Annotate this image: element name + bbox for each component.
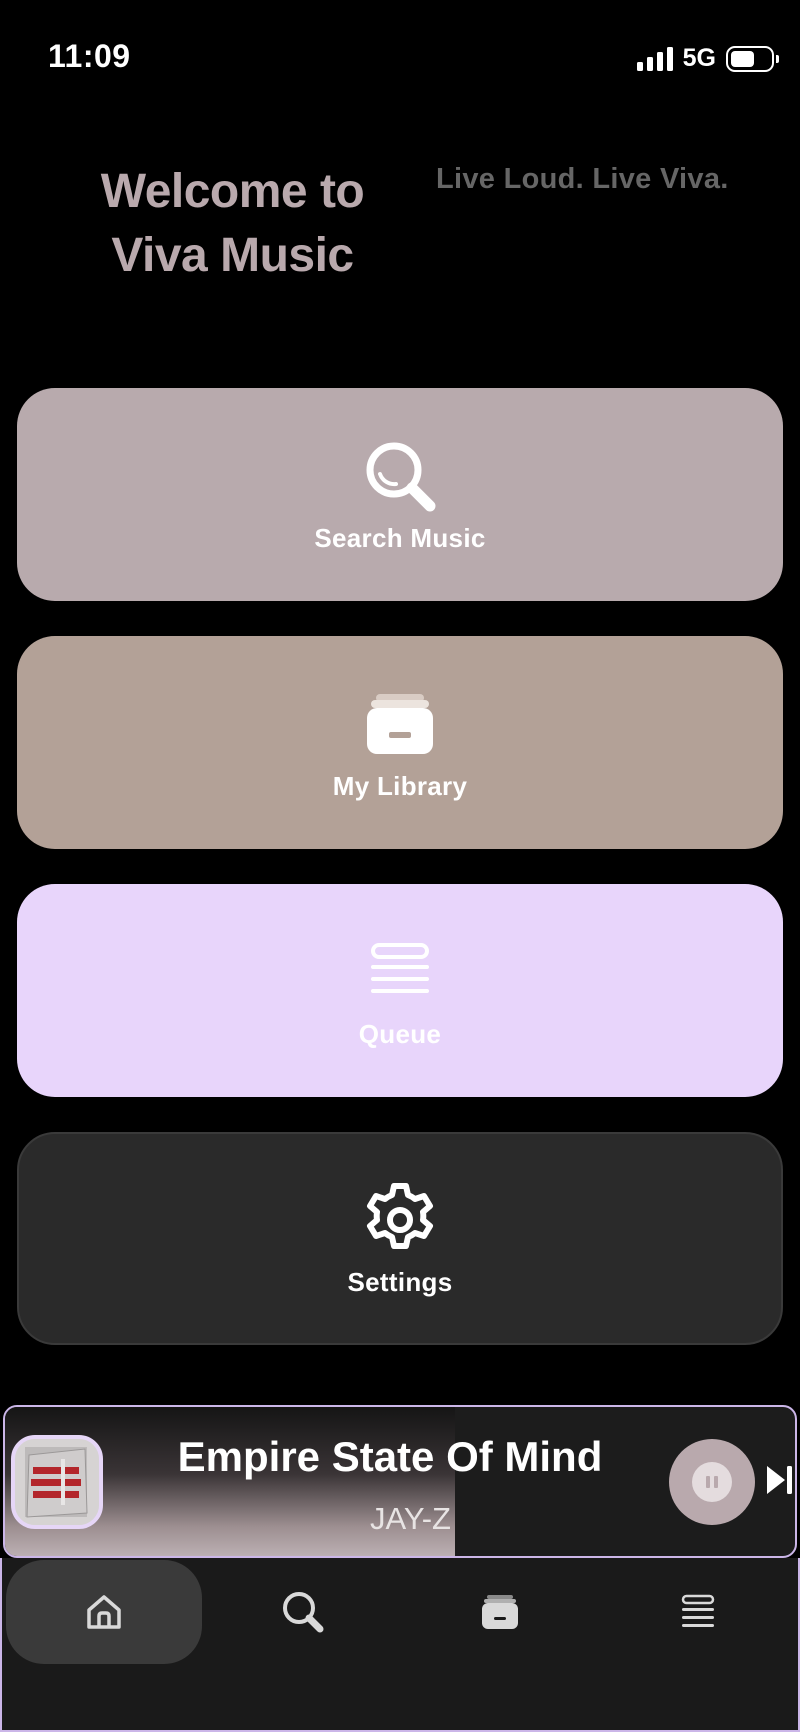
status-time: 11:09: [48, 38, 131, 74]
search-icon: [359, 435, 441, 517]
queue-label: Queue: [358, 1019, 442, 1049]
welcome-line-1: Welcome to: [100, 165, 365, 218]
track-title: Empire State Of Mind: [177, 1433, 603, 1480]
skip-forward-button[interactable]: [765, 1463, 795, 1497]
welcome-line-2: Viva Music: [111, 229, 354, 282]
my-library-button[interactable]: My Library: [17, 636, 783, 849]
search-icon: [283, 1592, 324, 1633]
queue-icon: [681, 1594, 715, 1627]
queue-button[interactable]: Queue: [17, 884, 783, 1097]
pause-button[interactable]: [669, 1439, 755, 1525]
tab-home[interactable]: [6, 1560, 202, 1664]
settings-button[interactable]: Settings: [17, 1132, 783, 1345]
settings-label: Settings: [347, 1267, 453, 1297]
queue-icon: [359, 931, 441, 1013]
pause-icon: [692, 1462, 732, 1502]
library-icon: [482, 1595, 518, 1629]
library-icon: [359, 683, 441, 765]
tab-bar: [0, 1558, 800, 1732]
tagline: Live Loud. Live Viva.: [436, 163, 729, 195]
status-bar: 11:09 5G: [0, 0, 800, 110]
my-library-label: My Library: [332, 771, 468, 801]
welcome-title: Welcome to Viva Music: [60, 160, 405, 288]
search-music-button[interactable]: Search Music: [17, 388, 783, 601]
skip-forward-icon: [767, 1466, 792, 1494]
now-playing-bar[interactable]: Empire State Of Mind JAY-Z: [3, 1405, 797, 1558]
gear-icon: [359, 1179, 441, 1261]
tab-queue[interactable]: [600, 1560, 796, 1664]
signal-icon: [636, 46, 673, 71]
tab-search[interactable]: [205, 1560, 401, 1664]
tab-library[interactable]: [402, 1560, 598, 1664]
battery-icon: [726, 45, 779, 72]
network-type: 5G: [682, 44, 716, 72]
status-indicators: 5G: [636, 44, 779, 73]
search-music-label: Search Music: [314, 523, 486, 553]
home-icon: [87, 1595, 121, 1629]
track-artist: JAY-Z: [370, 1501, 451, 1536]
